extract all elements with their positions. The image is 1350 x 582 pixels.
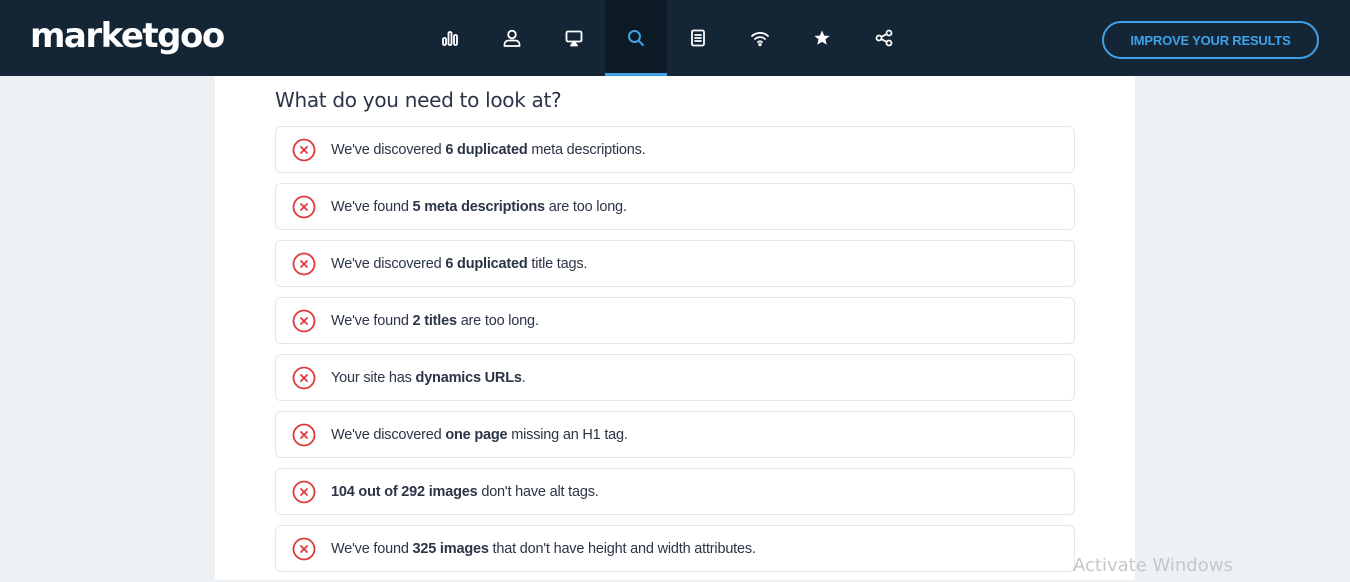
share-icon	[875, 29, 893, 47]
issue-list: We've discovered 6 duplicated meta descr…	[275, 126, 1075, 582]
error-x-icon	[292, 423, 316, 446]
issue-text-suffix: are too long.	[544, 198, 627, 215]
main-nav	[419, 0, 915, 76]
error-x-icon	[292, 309, 316, 332]
issue-text-suffix: are too long.	[456, 312, 539, 329]
issue-row[interactable]: We've discovered 6 duplicated title tags…	[275, 240, 1075, 287]
main-panel: What do you need to look at? We've disco…	[215, 76, 1135, 580]
monitor-icon	[565, 30, 583, 47]
issue-text-suffix: meta descriptions.	[527, 141, 646, 158]
nav-item-seo[interactable]	[605, 0, 667, 76]
issue-text-suffix: that don't have height and width attribu…	[488, 540, 756, 557]
error-x-icon	[292, 138, 316, 161]
section-title: What do you need to look at?	[275, 88, 562, 112]
top-bar: marketgoo IMPROVE YOUR RESULTS	[0, 0, 1350, 76]
issue-text-highlight: one page	[445, 426, 508, 443]
issue-text-prefix: Your site has	[331, 369, 416, 386]
issue-row[interactable]: Your site has dynamics URLs.	[275, 354, 1075, 401]
user-icon	[503, 29, 521, 47]
issue-text: We've discovered 6 duplicated meta descr…	[331, 141, 646, 158]
error-x-icon	[292, 252, 316, 275]
issue-text-prefix: We've discovered	[331, 141, 446, 158]
issue-text: 104 out of 292 images don't have alt tag…	[331, 484, 599, 500]
error-x-icon	[292, 537, 316, 560]
issue-text-suffix: title tags.	[527, 255, 588, 272]
issue-row[interactable]: We've discovered one page missing an H1 …	[275, 411, 1075, 458]
nav-item-presence[interactable]	[543, 0, 605, 76]
issue-row[interactable]: We've found 5 meta descriptions are too …	[275, 183, 1075, 230]
nav-item-dashboard[interactable]	[419, 0, 481, 76]
error-x-icon	[292, 366, 316, 389]
issue-text-highlight: 104 out of 292 images	[331, 483, 478, 500]
improve-results-button[interactable]: IMPROVE YOUR RESULTS	[1102, 21, 1319, 59]
issue-text: Your site has dynamics URLs.	[331, 370, 526, 386]
error-x-icon	[292, 195, 316, 218]
issue-text-prefix: We've found	[331, 198, 413, 215]
windows-activation-watermark: Activate Windows	[1073, 555, 1233, 576]
bar-chart-icon	[442, 31, 458, 46]
logo[interactable]: marketgoo	[30, 16, 225, 56]
nav-item-profile[interactable]	[481, 0, 543, 76]
star-icon	[814, 30, 830, 45]
issue-text-highlight: 2 titles	[412, 312, 458, 329]
issue-text: We've discovered one page missing an H1 …	[331, 427, 628, 443]
issue-text: We've discovered 6 duplicated title tags…	[331, 256, 587, 272]
issue-text-highlight: 5 meta descriptions	[412, 198, 546, 215]
nav-item-connectivity[interactable]	[729, 0, 791, 76]
issue-text-highlight: 325 images	[412, 540, 489, 557]
issue-text-prefix: We've found	[331, 540, 413, 557]
issue-text: We've found 5 meta descriptions are too …	[331, 199, 627, 215]
issue-text-highlight: 6 duplicated	[445, 255, 528, 272]
document-icon	[691, 29, 705, 47]
issue-text-prefix: We've found	[331, 312, 413, 329]
issue-text-suffix: don't have alt tags.	[477, 483, 599, 500]
issue-text-highlight: dynamics URLs	[415, 369, 522, 386]
nav-item-content[interactable]	[667, 0, 729, 76]
issue-row[interactable]: 104 out of 292 images don't have alt tag…	[275, 468, 1075, 515]
issue-text: We've found 325 images that don't have h…	[331, 541, 756, 557]
issue-text-highlight: 6 duplicated	[445, 141, 528, 158]
issue-text-prefix: We've discovered	[331, 255, 446, 272]
issue-text: We've found 2 titles are too long.	[331, 313, 539, 329]
issue-row[interactable]: We've discovered 6 duplicated meta descr…	[275, 126, 1075, 173]
nav-item-reputation[interactable]	[791, 0, 853, 76]
wifi-icon	[751, 32, 769, 47]
error-x-icon	[292, 480, 316, 503]
issue-text-prefix: We've discovered	[331, 426, 446, 443]
nav-item-social[interactable]	[853, 0, 915, 76]
issue-row[interactable]: We've found 2 titles are too long.	[275, 297, 1075, 344]
issue-row[interactable]: We've found 325 images that don't have h…	[275, 525, 1075, 572]
search-icon	[628, 30, 644, 46]
issue-text-suffix: missing an H1 tag.	[507, 426, 628, 443]
issue-text-suffix: .	[521, 369, 526, 386]
